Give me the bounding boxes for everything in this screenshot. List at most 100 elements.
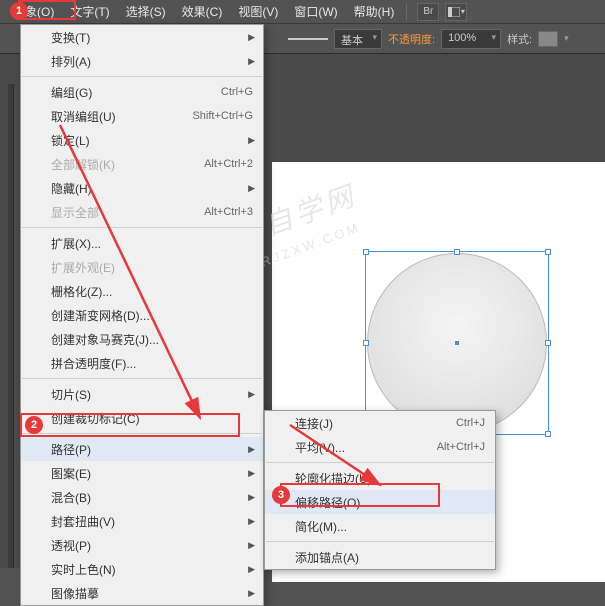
menu-item-label: 取消编组(U) xyxy=(51,108,116,125)
circle-selection[interactable] xyxy=(367,253,547,433)
menu-item: 显示全部 Alt+Ctrl+3 xyxy=(21,200,263,224)
opacity-select[interactable]: 100% xyxy=(441,29,501,49)
menu-item-label: 全部解锁(K) xyxy=(51,156,115,173)
menu-item[interactable]: 图案(E) ▶ xyxy=(21,461,263,485)
shortcut: Alt+Ctrl+2 xyxy=(204,158,253,170)
menu-separator xyxy=(22,76,262,77)
menu-item[interactable]: 取消编组(U) Shift+Ctrl+G xyxy=(21,104,263,128)
menu-item[interactable]: 扩展(X)... xyxy=(21,231,263,255)
menu-help[interactable]: 帮助(H) xyxy=(346,0,403,23)
path-submenu[interactable]: 连接(J) Ctrl+J 平均(V)...Alt+Ctrl+J 轮廓化描边(U) 偏移路… xyxy=(264,410,496,570)
shortcut: Shift+Ctrl+G xyxy=(192,110,253,122)
opacity-label: 不透明度: xyxy=(388,31,435,47)
center-point xyxy=(455,341,459,345)
menu-item[interactable]: 封套扭曲(V) ▶ xyxy=(21,509,263,533)
submenu-arrow-icon: ▶ xyxy=(248,389,255,400)
menu-separator xyxy=(22,378,262,379)
badge-2: 2 xyxy=(25,416,43,434)
menu-item-label: 连接(J) xyxy=(295,415,333,432)
menu-item-label: 创建裁切标记(C) xyxy=(51,410,140,427)
menu-effect[interactable]: 效果(C) xyxy=(174,0,231,23)
menu-item-label: 显示全部 xyxy=(51,204,99,221)
menu-item-label: 切片(S) xyxy=(51,386,91,403)
handle-tl[interactable] xyxy=(363,249,369,255)
menu-item: 全部解锁(K) Alt+Ctrl+2 xyxy=(21,152,263,176)
stroke-style-select[interactable]: 基本 xyxy=(334,29,382,49)
menu-item-label: 扩展(X)... xyxy=(51,235,101,252)
submenu-arrow-icon: ▶ xyxy=(248,540,255,551)
menu-item-label: 轮廓化描边(U) xyxy=(295,470,372,487)
menu-item[interactable]: 拼合透明度(F)... xyxy=(21,351,263,375)
menu-item-label: 封套扭曲(V) xyxy=(51,513,115,530)
menu-item[interactable]: 切片(S) ▶ xyxy=(21,382,263,406)
menu-item[interactable]: 排列(A) ▶ xyxy=(21,49,263,73)
menu-separator xyxy=(22,227,262,228)
menu-item[interactable]: 创建裁切标记(C) xyxy=(21,406,263,430)
menu-view[interactable]: 视图(V) xyxy=(230,0,286,23)
menu-item[interactable]: 连接(J) Ctrl+J xyxy=(265,411,495,435)
menu-item[interactable]: 变换(T) ▶ xyxy=(21,25,263,49)
menu-item-label: 变换(T) xyxy=(51,29,90,46)
menu-window[interactable]: 窗口(W) xyxy=(286,0,345,23)
divider xyxy=(406,4,407,20)
menu-item-label: 锁定(L) xyxy=(51,132,90,149)
menu-item[interactable]: 实时上色(N) ▶ xyxy=(21,557,263,581)
style-label: 样式: xyxy=(507,31,532,47)
submenu-arrow-icon: ▶ xyxy=(248,135,255,146)
menu-separator xyxy=(266,462,494,463)
shortcut: Ctrl+J xyxy=(456,417,485,429)
menu-separator xyxy=(22,433,262,434)
menu-item-label: 简化(M)... xyxy=(295,518,347,535)
layout-button[interactable]: ▾ xyxy=(445,3,467,21)
menu-separator xyxy=(266,541,494,542)
style-swatch[interactable] xyxy=(538,31,558,47)
submenu-arrow-icon: ▶ xyxy=(248,444,255,455)
menu-select[interactable]: 选择(S) xyxy=(118,0,174,23)
object-menu[interactable]: 变换(T) ▶ 排列(A) ▶ 编组(G)Ctrl+G 取消编组(U) Shift+Ctrl… xyxy=(20,24,264,606)
menu-item[interactable]: 混合(B)▶ xyxy=(21,485,263,509)
handle-ml[interactable] xyxy=(363,340,369,346)
menu-item[interactable]: 栅格化(Z)... xyxy=(21,279,263,303)
menu-item-label: 栅格化(Z)... xyxy=(51,283,112,300)
menu-item[interactable]: 图像描摹 ▶ xyxy=(21,581,263,605)
submenu-arrow-icon: ▶ xyxy=(248,56,255,67)
handle-tm[interactable] xyxy=(454,249,460,255)
menu-type[interactable]: 文字(T) xyxy=(62,0,117,23)
handle-mr[interactable] xyxy=(545,340,551,346)
handle-br[interactable] xyxy=(545,431,551,437)
shortcut: Alt+Ctrl+3 xyxy=(204,206,253,218)
menu-item[interactable]: 透视(P) ▶ xyxy=(21,533,263,557)
ruler-vertical xyxy=(8,84,14,568)
menu-item-label: 图案(E) xyxy=(51,465,91,482)
handle-tr[interactable] xyxy=(545,249,551,255)
menu-item[interactable]: 偏移路径(O)... xyxy=(265,490,495,514)
menu-item-label: 实时上色(N) xyxy=(51,561,116,578)
menu-item-label: 排列(A) xyxy=(51,53,91,70)
menu-item[interactable]: 隐藏(H) ▶ xyxy=(21,176,263,200)
menu-item-label: 隐藏(H) xyxy=(51,180,92,197)
submenu-arrow-icon: ▶ xyxy=(248,516,255,527)
menu-item[interactable]: 编组(G)Ctrl+G xyxy=(21,80,263,104)
menu-item[interactable]: 创建渐变网格(D)... xyxy=(21,303,263,327)
submenu-arrow-icon: ▶ xyxy=(248,468,255,479)
menu-item[interactable]: 锁定(L) ▶ xyxy=(21,128,263,152)
submenu-arrow-icon: ▶ xyxy=(248,32,255,43)
menu-item: 扩展外观(E) xyxy=(21,255,263,279)
menu-item-label: 透视(P) xyxy=(51,537,91,554)
menu-item[interactable]: 创建对象马赛克(J)... xyxy=(21,327,263,351)
submenu-arrow-icon: ▶ xyxy=(248,588,255,599)
badge-3: 3 xyxy=(272,486,290,504)
selection-bounds xyxy=(365,251,549,435)
menu-item[interactable]: 添加锚点(A) xyxy=(265,545,495,569)
menu-item[interactable]: 轮廓化描边(U) xyxy=(265,466,495,490)
menu-item[interactable]: 简化(M)... xyxy=(265,514,495,538)
menu-item-label: 偏移路径(O)... xyxy=(295,494,370,511)
bridge-button[interactable]: Br xyxy=(417,3,439,21)
submenu-arrow-icon: ▶ xyxy=(248,183,255,194)
menu-item-label: 扩展外观(E) xyxy=(51,259,115,276)
submenu-arrow-icon: ▶ xyxy=(248,564,255,575)
menu-item-label: 图像描摹 xyxy=(51,585,99,602)
menu-item-label: 平均(V)... xyxy=(295,439,345,456)
menu-item[interactable]: 路径(P)▶ xyxy=(21,437,263,461)
menu-item[interactable]: 平均(V)...Alt+Ctrl+J xyxy=(265,435,495,459)
